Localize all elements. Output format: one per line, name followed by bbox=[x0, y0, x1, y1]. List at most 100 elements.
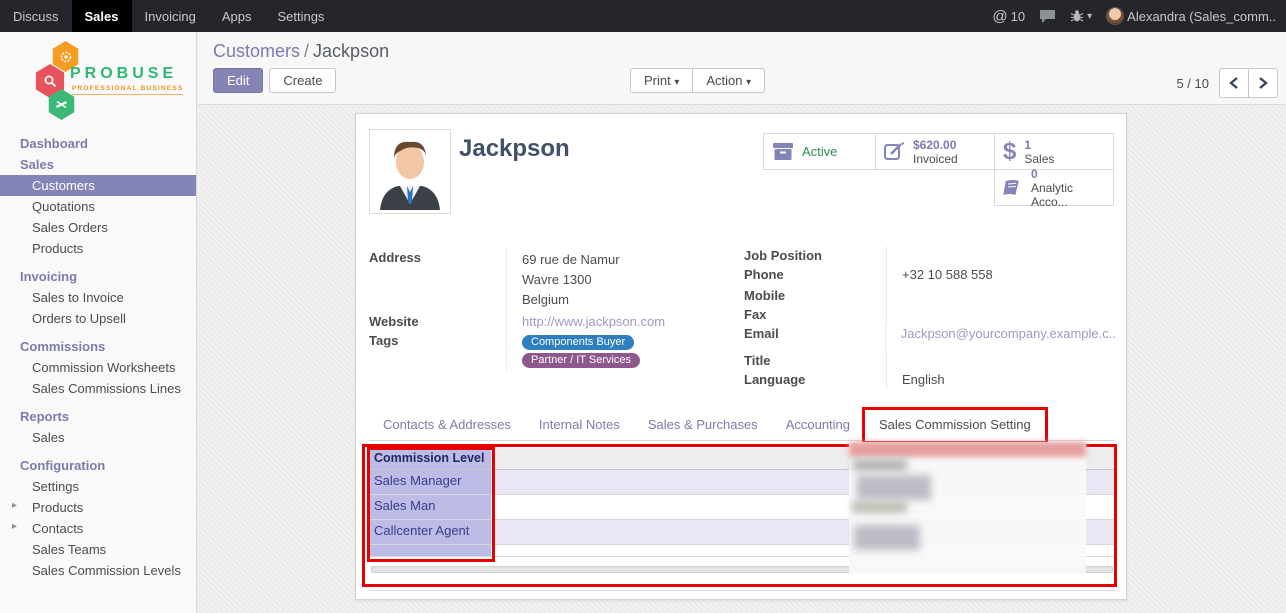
email-label: Email bbox=[744, 324, 885, 351]
sales-label: Sales bbox=[1024, 152, 1054, 166]
tab-accounting[interactable]: Accounting bbox=[772, 409, 864, 440]
active-stat-button[interactable]: Active bbox=[763, 133, 876, 170]
language-value[interactable]: English bbox=[886, 370, 1116, 389]
customer-photo[interactable] bbox=[369, 129, 451, 214]
invoiced-label: Invoiced bbox=[913, 152, 958, 166]
sidebar-item-customers[interactable]: Customers bbox=[0, 175, 196, 196]
redacted-value bbox=[857, 475, 931, 500]
pager-next-button[interactable] bbox=[1248, 68, 1278, 98]
caret-down-icon: ▾ bbox=[674, 77, 679, 88]
title-value[interactable] bbox=[886, 351, 1116, 370]
analytic-count: 0 bbox=[1031, 167, 1105, 181]
breadcrumb-customers-link[interactable]: Customers bbox=[213, 41, 300, 61]
topbar-menu-discuss[interactable]: Discuss bbox=[0, 0, 72, 32]
sidebar-item-sales-commission-levels[interactable]: Sales Commission Levels bbox=[0, 560, 196, 581]
user-avatar bbox=[1106, 7, 1124, 25]
action-dropdown-button[interactable]: Action ▾ bbox=[692, 68, 765, 93]
sidebar-heading-commissions[interactable]: Commissions bbox=[0, 336, 196, 357]
dollar-icon: $ bbox=[1003, 138, 1016, 166]
tag-components-buyer[interactable]: Components Buyer bbox=[522, 335, 634, 350]
book-icon bbox=[1003, 179, 1023, 197]
sales-stat-button[interactable]: $ 1 Sales bbox=[994, 133, 1114, 170]
logo-title: PROBUSE bbox=[70, 65, 177, 83]
sidebar-heading-invoicing[interactable]: Invoicing bbox=[0, 266, 196, 287]
address-value[interactable]: 69 rue de Namur Wavre 1300 Belgium bbox=[506, 248, 729, 312]
print-dropdown-button[interactable]: Print ▾ bbox=[630, 68, 693, 93]
sidebar-nav: Dashboard Sales Customers Quotations Sal… bbox=[0, 133, 196, 581]
control-panel: Customers/Jackpson Edit Create Print ▾ A… bbox=[198, 32, 1286, 105]
tab-sales-commission-setting[interactable]: Sales Commission Setting bbox=[864, 408, 1046, 441]
redacted-value bbox=[854, 525, 920, 550]
website-link[interactable]: http://www.jackpson.com bbox=[522, 314, 665, 329]
pager-previous-button[interactable] bbox=[1219, 68, 1249, 98]
user-menu[interactable]: Alexandra (Sales_comm.. bbox=[1106, 7, 1276, 25]
commission-level-cell: Sales Man bbox=[369, 495, 491, 519]
customer-form-sheet: Jackpson Active $620.00 Invoiced $ bbox=[355, 113, 1127, 600]
print-label: Print bbox=[644, 73, 671, 88]
tab-sales-purchases[interactable]: Sales & Purchases bbox=[634, 409, 772, 440]
topbar-menu-settings[interactable]: Settings bbox=[264, 0, 337, 32]
app-window: Discuss Sales Invoicing Apps Settings @ … bbox=[0, 0, 1286, 613]
probuse-logo: PROBUSE PROFESSIONAL BUSINESS bbox=[0, 41, 196, 121]
tag-partner-it-services[interactable]: Partner / IT Services bbox=[522, 353, 640, 368]
empty-cell bbox=[369, 545, 491, 556]
sidebar-heading-configuration[interactable]: Configuration bbox=[0, 455, 196, 476]
tab-contacts-addresses[interactable]: Contacts & Addresses bbox=[369, 409, 525, 440]
address-street: 69 rue de Namur bbox=[522, 250, 729, 270]
address-country: Belgium bbox=[522, 290, 729, 310]
create-button[interactable]: Create bbox=[269, 68, 336, 93]
email-link[interactable]: Jackpson@yourcompany.example.c.. bbox=[901, 326, 1116, 341]
caret-down-icon: ▾ bbox=[746, 77, 751, 88]
sidebar-item-sales-commissions-lines[interactable]: Sales Commissions Lines bbox=[0, 378, 196, 399]
redacted-value bbox=[852, 501, 907, 513]
mention-icon: @ bbox=[992, 8, 1007, 25]
sales-count: 1 bbox=[1024, 138, 1054, 152]
pager-counter: 5 / 10 bbox=[1176, 76, 1209, 91]
sidebar-item-sales-to-invoice[interactable]: Sales to Invoice bbox=[0, 287, 196, 308]
sidebar-item-config-contacts[interactable]: ▸ Contacts bbox=[0, 518, 196, 539]
analytic-accounts-stat-button[interactable]: 0 Analytic Acco... bbox=[994, 169, 1114, 206]
sidebar-heading-reports[interactable]: Reports bbox=[0, 406, 196, 427]
job-position-value[interactable] bbox=[886, 246, 1116, 265]
invoiced-stat-button[interactable]: $620.00 Invoiced bbox=[875, 133, 995, 170]
sidebar-item-quotations[interactable]: Quotations bbox=[0, 196, 196, 217]
sidebar: PROBUSE PROFESSIONAL BUSINESS Dashboard … bbox=[0, 32, 197, 613]
sidebar-item-config-products[interactable]: ▸ Products bbox=[0, 497, 196, 518]
phone-value[interactable]: +32 10 588 558 bbox=[886, 265, 1116, 286]
sidebar-item-reports-sales[interactable]: Sales bbox=[0, 427, 196, 448]
edit-invoice-icon bbox=[884, 142, 905, 161]
fax-label: Fax bbox=[744, 305, 886, 324]
breadcrumb: Customers/Jackpson bbox=[213, 41, 389, 62]
edit-button[interactable]: Edit bbox=[213, 68, 263, 93]
breadcrumb-current: Jackpson bbox=[313, 41, 389, 61]
tab-internal-notes[interactable]: Internal Notes bbox=[525, 409, 634, 440]
topbar-menu-apps[interactable]: Apps bbox=[209, 0, 265, 32]
topbar-menu-sales[interactable]: Sales bbox=[72, 0, 132, 32]
logo-subtitle: PROFESSIONAL BUSINESS bbox=[72, 85, 183, 95]
archive-icon bbox=[772, 142, 794, 161]
debug-menu-button[interactable]: ▾ bbox=[1070, 9, 1092, 23]
sidebar-heading-sales[interactable]: Sales bbox=[0, 154, 196, 175]
chevron-right-icon bbox=[1258, 77, 1268, 89]
user-name: Alexandra (Sales_comm.. bbox=[1127, 9, 1276, 24]
sidebar-heading-dashboard[interactable]: Dashboard bbox=[0, 133, 196, 154]
language-label: Language bbox=[744, 370, 886, 389]
sidebar-item-products[interactable]: Products bbox=[0, 238, 196, 259]
mention-counter[interactable]: @ 10 bbox=[992, 8, 1025, 25]
action-label: Action bbox=[706, 73, 742, 88]
fax-value[interactable] bbox=[886, 305, 1116, 324]
tab-label: Sales Commission Setting bbox=[879, 417, 1031, 432]
redacted-header-strip bbox=[849, 442, 1086, 457]
sidebar-item-label: Contacts bbox=[32, 521, 83, 536]
sidebar-item-commission-worksheets[interactable]: Commission Worksheets bbox=[0, 357, 196, 378]
sidebar-item-sales-teams[interactable]: Sales Teams bbox=[0, 539, 196, 560]
mobile-value[interactable] bbox=[886, 286, 1116, 305]
breadcrumb-separator: / bbox=[300, 41, 313, 61]
sidebar-item-sales-orders[interactable]: Sales Orders bbox=[0, 217, 196, 238]
tags-label: Tags bbox=[369, 331, 506, 371]
messages-button[interactable] bbox=[1039, 9, 1056, 23]
sidebar-item-orders-to-upsell[interactable]: Orders to Upsell bbox=[0, 308, 196, 329]
sidebar-item-settings[interactable]: Settings bbox=[0, 476, 196, 497]
caret-down-icon: ▾ bbox=[1087, 11, 1092, 22]
topbar-menu-invoicing[interactable]: Invoicing bbox=[132, 0, 209, 32]
